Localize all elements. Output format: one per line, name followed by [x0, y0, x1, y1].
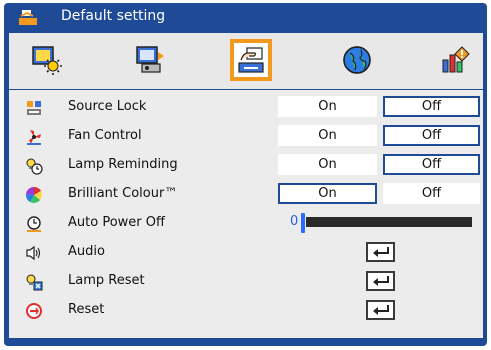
audio-enter-button[interactable]	[366, 242, 395, 262]
lamp-reminding-off-option[interactable]: Off	[383, 154, 480, 175]
auto-power-off-slider[interactable]	[306, 217, 472, 227]
default-setting-window: Default setting Source Lock On Off Fan C…	[4, 3, 487, 346]
brilliant-colour-off-option[interactable]: Off	[383, 183, 480, 204]
brilliant-colour-on-option[interactable]: On	[278, 183, 377, 204]
fan-control-icon	[25, 128, 43, 146]
source-lock-icon	[25, 99, 43, 117]
menu-row-reset: Reset	[9, 296, 483, 324]
lamp-reminding-on-option[interactable]: On	[278, 154, 377, 175]
globe-icon	[343, 46, 371, 74]
speaker-icon	[25, 244, 43, 262]
auto-power-off-icon	[25, 215, 43, 233]
auto-power-off-slider-handle[interactable]	[301, 213, 305, 233]
settings-menu: Source Lock On Off Fan Control On Off La…	[9, 90, 483, 338]
hand-settings-icon	[238, 47, 264, 73]
fan-control-label: Fan Control	[68, 128, 142, 143]
menu-row-audio: Audio	[9, 238, 483, 266]
reset-label: Reset	[68, 302, 105, 317]
fan-control-off-option[interactable]: Off	[383, 125, 480, 146]
reset-icon	[25, 302, 43, 320]
source-lock-off-option[interactable]: Off	[383, 96, 480, 117]
auto-power-off-label: Auto Power Off	[68, 215, 165, 230]
auto-power-off-value: 0	[290, 214, 299, 229]
reset-enter-button[interactable]	[366, 300, 395, 320]
image-settings-tab[interactable]	[26, 39, 68, 81]
menu-row-brilliant-colour: Brilliant Colour™ On Off	[9, 180, 483, 208]
window-title: Default setting	[61, 8, 166, 24]
language-tab[interactable]	[336, 39, 378, 81]
source-lock-label: Source Lock	[68, 99, 147, 114]
fan-control-on-option[interactable]: On	[278, 125, 377, 146]
lamp-reset-label: Lamp Reset	[68, 273, 145, 288]
brilliant-colour-icon	[25, 186, 43, 204]
title-bar: Default setting	[4, 3, 487, 30]
lamp-reminding-icon	[25, 157, 43, 175]
enter-arrow-icon	[373, 247, 389, 257]
menu-row-lamp-reset: Lamp Reset	[9, 267, 483, 295]
screen-settings-tab[interactable]	[129, 39, 171, 81]
lamp-reset-enter-button[interactable]	[366, 271, 395, 291]
enter-arrow-icon	[373, 276, 389, 286]
image-sun-icon	[32, 46, 62, 75]
settings-tab[interactable]	[230, 39, 272, 81]
settings-hand-icon	[18, 8, 38, 26]
menu-row-auto-power-off: Auto Power Off 0	[9, 209, 483, 237]
lamp-reset-icon	[25, 273, 43, 291]
menu-row-fan-control: Fan Control On Off	[9, 122, 483, 150]
menu-row-source-lock: Source Lock On Off	[9, 93, 483, 121]
source-lock-on-option[interactable]: On	[278, 96, 377, 117]
lamp-reminding-label: Lamp Reminding	[68, 157, 178, 172]
category-tab-bar	[9, 33, 483, 89]
screen-projector-icon	[136, 46, 164, 73]
brilliant-colour-label: Brilliant Colour™	[68, 186, 178, 201]
management-tab[interactable]	[434, 39, 476, 81]
menu-row-lamp-reminding: Lamp Reminding On Off	[9, 151, 483, 179]
audio-label: Audio	[68, 244, 105, 259]
enter-arrow-icon	[373, 305, 389, 315]
management-chart-icon	[442, 46, 470, 73]
